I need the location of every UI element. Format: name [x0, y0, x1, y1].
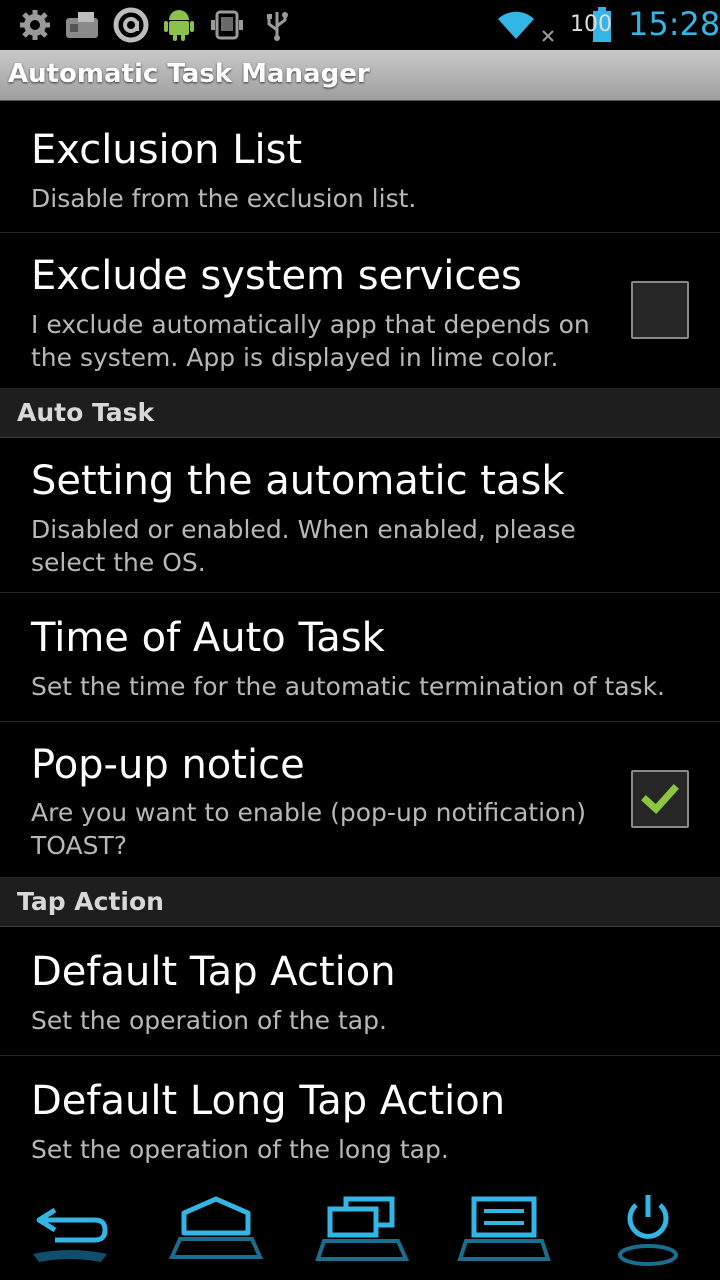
pref-exclusion-list[interactable]: Exclusion List Disable from the exclusio… [0, 101, 720, 233]
section-header-auto-task: Auto Task [0, 389, 720, 438]
pref-summary: I exclude automatically app that depends… [31, 310, 590, 372]
recent-apps-icon [315, 1196, 410, 1261]
pref-setting-auto-task[interactable]: Setting the automatic task Disabled or e… [0, 438, 720, 593]
title-bar: Automatic Task Manager [0, 50, 720, 101]
robot-icon [208, 6, 246, 44]
home-icon [168, 1196, 264, 1259]
power-icon [618, 1195, 678, 1266]
power-button[interactable] [598, 1188, 698, 1274]
navigation-bar [0, 1180, 720, 1280]
pref-title: Default Tap Action [31, 949, 396, 995]
back-icon [33, 1207, 108, 1262]
pref-title: Exclusion List [31, 127, 303, 173]
pref-title: Pop-up notice [31, 742, 305, 788]
pref-summary: Set the time for the automatic terminati… [31, 672, 666, 701]
no-signal-icon [536, 6, 560, 44]
popup-notice-checkbox[interactable] [631, 770, 689, 828]
android-icon [160, 6, 198, 44]
menu-icon [457, 1196, 551, 1261]
pref-summary: Disabled or enabled. When enabled, pleas… [31, 515, 576, 577]
pref-default-tap-action[interactable]: Default Tap Action Set the operation of … [0, 927, 720, 1056]
pref-default-long-tap-action[interactable]: Default Long Tap Action Set the operatio… [0, 1056, 720, 1180]
section-header-label: Tap Action [17, 887, 164, 916]
pref-summary: Disable from the exclusion list. [31, 184, 417, 213]
recent-apps-button[interactable] [312, 1188, 412, 1274]
pref-title: Exclude system services [31, 253, 522, 299]
menu-button[interactable] [454, 1188, 554, 1274]
pref-summary: Set the operation of the tap. [31, 1006, 387, 1035]
fax-icon [64, 6, 102, 44]
battery-level: 100 [570, 12, 612, 37]
pref-exclude-system-services[interactable]: Exclude system services I exclude automa… [0, 233, 720, 389]
gear-icon [16, 6, 54, 44]
exclude-system-checkbox[interactable] [631, 281, 689, 339]
home-button[interactable] [166, 1188, 266, 1274]
checkmark-icon [641, 784, 679, 814]
pref-summary: Are you want to enable (pop-up notificat… [31, 798, 586, 860]
section-header-label: Auto Task [17, 398, 155, 427]
pref-popup-notice[interactable]: Pop-up notice Are you want to enable (po… [0, 722, 720, 878]
pref-title: Time of Auto Task [31, 615, 385, 661]
pref-time-auto-task[interactable]: Time of Auto Task Set the time for the a… [0, 593, 720, 722]
back-button[interactable] [20, 1188, 120, 1274]
status-clock: 15:28 [628, 5, 720, 43]
pref-summary: Set the operation of the long tap. [31, 1135, 449, 1164]
pref-title: Default Long Tap Action [31, 1078, 506, 1124]
pref-title: Setting the automatic task [31, 458, 565, 504]
usb-icon [258, 6, 296, 44]
section-header-tap-action: Tap Action [0, 878, 720, 927]
app-title: Automatic Task Manager [8, 59, 370, 89]
circle-a-icon [112, 6, 150, 44]
status-bar: 100 15:28 [0, 0, 720, 50]
wifi-icon [494, 6, 538, 44]
